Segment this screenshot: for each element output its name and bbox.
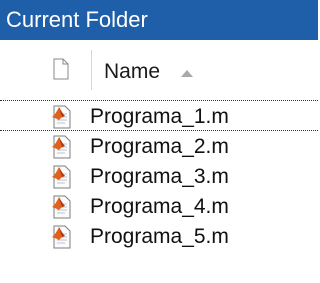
file-name: Programa_1.m — [90, 105, 229, 128]
file-row[interactable]: Programa_5.m — [0, 223, 318, 251]
file-name: Programa_5.m — [90, 225, 229, 248]
current-folder-panel: Current Folder Name Programa_1.m Program… — [0, 0, 318, 283]
matlab-script-file-icon — [52, 135, 71, 159]
file-row[interactable]: Programa_2.m — [0, 133, 318, 161]
file-name: Programa_2.m — [90, 135, 229, 158]
file-name: Programa_3.m — [90, 165, 229, 188]
panel-title: Current Folder — [6, 7, 148, 32]
column-header-row: Name — [0, 44, 318, 96]
matlab-script-file-icon — [52, 195, 71, 219]
sort-ascending-icon[interactable] — [181, 69, 193, 77]
file-name: Programa_4.m — [90, 195, 229, 218]
name-column-header[interactable]: Name — [104, 60, 160, 84]
matlab-script-file-icon — [52, 105, 71, 129]
panel-title-bar[interactable]: Current Folder — [0, 0, 318, 40]
file-row[interactable]: Programa_4.m — [0, 193, 318, 221]
blank-file-icon[interactable] — [53, 58, 69, 80]
matlab-script-file-icon — [52, 225, 71, 249]
column-divider[interactable] — [91, 50, 92, 90]
matlab-script-file-icon — [52, 165, 71, 189]
header-separator — [0, 100, 318, 101]
file-row[interactable]: Programa_1.m — [0, 103, 318, 131]
file-row[interactable]: Programa_3.m — [0, 163, 318, 191]
